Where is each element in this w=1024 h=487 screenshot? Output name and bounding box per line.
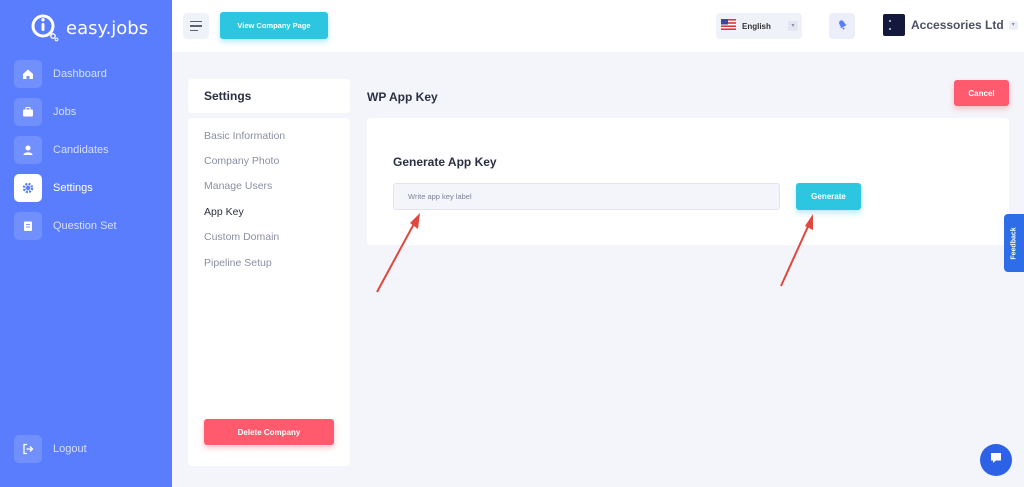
feedback-label: Feedback: [1010, 226, 1018, 260]
annotation-arrow-input: [376, 213, 420, 293]
feedback-tab[interactable]: Feedback: [1004, 214, 1024, 272]
chat-icon: [989, 451, 1003, 470]
chat-button[interactable]: [980, 444, 1012, 476]
annotation-arrow-generate: [780, 214, 813, 287]
annotation-arrows: [376, 213, 813, 293]
